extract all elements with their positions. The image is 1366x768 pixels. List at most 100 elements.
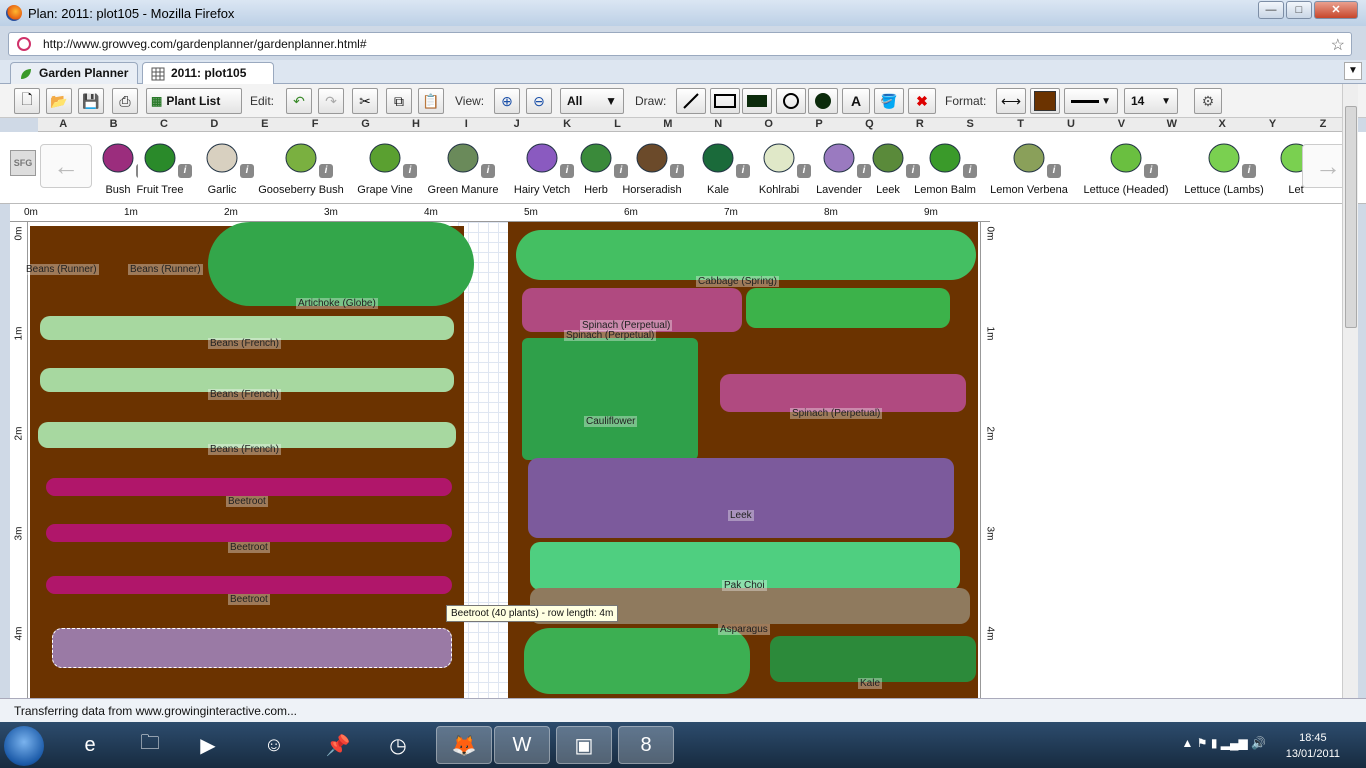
user-icon[interactable]: ☺ [246, 726, 302, 764]
sfg-toggle[interactable]: SFG [10, 150, 36, 176]
save-button[interactable]: 💾 [78, 88, 104, 114]
plant-item[interactable]: i Lettuce (Headed) [1076, 138, 1176, 200]
ruler-left: 0m 1m 2m 3m 4m [10, 222, 28, 698]
cabbage-row[interactable] [516, 230, 976, 280]
close-button[interactable]: ✕ [1314, 1, 1358, 19]
plant-label: Beans (Runner) [24, 264, 99, 275]
text-tool-button[interactable]: A [842, 88, 870, 114]
system-tray[interactable]: ▲ ⚑ ▮ ▂▄▆ 🔊 [1182, 736, 1266, 750]
spinach-row[interactable] [720, 374, 966, 412]
beetroot-row[interactable] [46, 524, 452, 542]
column-label: M [663, 118, 673, 130]
color-swatch [1034, 91, 1056, 111]
word-icon[interactable]: W [494, 726, 550, 764]
cauliflower-area[interactable] [522, 338, 698, 460]
clock-icon[interactable]: ◷ [370, 726, 426, 764]
font-size-select[interactable]: 14 ▼ [1124, 88, 1178, 114]
info-icon[interactable]: i [1144, 164, 1158, 178]
pin-icon[interactable]: 📌 [310, 726, 366, 764]
ruler-mark: 3m [13, 526, 25, 541]
start-button[interactable] [4, 726, 44, 766]
tab-plot105[interactable]: 2011: plot105 [142, 62, 274, 84]
plant-name: Lettuce (Headed) [1083, 184, 1169, 196]
column-label: T [1017, 118, 1024, 130]
plant-item[interactable]: i Lettuce (Lambs) [1174, 138, 1274, 200]
ruler-mark: 3m [984, 526, 996, 541]
leek-area[interactable] [528, 458, 954, 538]
chevron-down-icon: ▼ [605, 94, 617, 108]
plant-label: Artichoke (Globe) [296, 298, 378, 309]
circle-filled-icon [815, 93, 831, 109]
media-icon[interactable]: ▶ [180, 726, 236, 764]
redo-button[interactable]: ↷ [318, 88, 344, 114]
status-text: Transferring data from www.growingintera… [14, 704, 297, 718]
explorer-icon[interactable]: 🗀 [122, 726, 178, 764]
info-icon[interactable]: i [963, 164, 977, 178]
firefox-icon[interactable]: 🦊 [436, 726, 492, 764]
fill-tool-button[interactable]: 🪣 [874, 88, 904, 114]
zoom-select[interactable]: All ▼ [560, 88, 624, 114]
maximize-button[interactable]: □ [1286, 1, 1312, 19]
ruler-mark: 4m [13, 626, 25, 641]
lettuce-row[interactable] [746, 288, 950, 328]
cut-button[interactable]: ✂ [352, 88, 378, 114]
bookmark-star-icon[interactable]: ☆ [1331, 35, 1345, 55]
address-bar[interactable]: http://www.growveg.com/gardenplanner/gar… [8, 32, 1352, 56]
filled-rectangle-tool-button[interactable] [742, 88, 772, 114]
rectangle-filled-icon [747, 95, 767, 107]
info-icon[interactable]: i [1047, 164, 1061, 178]
garlic-row-selected[interactable] [52, 628, 452, 668]
print-button[interactable]: ⎙ [112, 88, 138, 114]
psp-icon[interactable]: 8 [618, 726, 674, 764]
settings-button[interactable]: ⚙ [1194, 88, 1222, 114]
dimension-button[interactable]: ⟷ [996, 88, 1026, 114]
paste-button[interactable]: 📋 [418, 88, 444, 114]
column-label: C [160, 118, 168, 130]
copy-button[interactable]: ⧉ [386, 88, 412, 114]
leaf-icon [21, 69, 31, 79]
line-style-select[interactable]: ▼ [1064, 88, 1118, 114]
planner-toolbar: 🗋 📂 💾 ⎙ ▦ Plant List Edit: ↶ ↷ ✂ ⧉ 📋 View… [0, 84, 1366, 118]
artichoke-area[interactable] [208, 222, 474, 306]
rectangle-outline-icon [714, 94, 736, 108]
kale-row[interactable] [770, 636, 976, 682]
cabbage-red-area[interactable] [524, 628, 750, 694]
vertical-scrollbar[interactable] [1342, 84, 1358, 698]
plant-item[interactable]: i Lemon Verbena [979, 138, 1079, 200]
scrollbar-thumb[interactable] [1345, 106, 1357, 328]
undo-button[interactable]: ↶ [286, 88, 312, 114]
circle-tool-button[interactable] [776, 88, 806, 114]
prev-plants-arrow-icon[interactable]: ← [40, 144, 92, 188]
circle-outline-icon [783, 93, 799, 109]
photo-icon[interactable]: ▣ [556, 726, 612, 764]
beans-french-row[interactable] [40, 316, 454, 340]
open-folder-button[interactable]: 📂 [46, 88, 72, 114]
rectangle-tool-button[interactable] [710, 88, 740, 114]
ruler-mark: 0m [984, 226, 996, 241]
filled-circle-tool-button[interactable] [808, 88, 838, 114]
ie-icon[interactable]: e [62, 726, 118, 764]
clock[interactable]: 18:45 13/01/2011 [1286, 730, 1340, 762]
line-icon [683, 93, 699, 109]
url-text[interactable]: http://www.growveg.com/gardenplanner/gar… [43, 37, 367, 51]
column-label: Q [865, 118, 874, 130]
fill-color-swatch[interactable] [1030, 88, 1060, 114]
zoom-in-button[interactable]: ⊕ [494, 88, 520, 114]
minimize-button[interactable]: — [1258, 1, 1284, 19]
ruler-mark: 4m [424, 207, 438, 218]
zoom-out-button[interactable]: ⊖ [526, 88, 552, 114]
plant-list-button[interactable]: ▦ Plant List [146, 88, 242, 114]
new-plan-button[interactable]: 🗋 [14, 88, 40, 114]
garden-canvas[interactable]: 0m 1m 2m 3m 4m 5m 6m 7m 8m 9m 0m 1m 2m 3m 4m Beans (R… [10, 204, 1342, 698]
line-tool-button[interactable] [676, 88, 706, 114]
beetroot-row[interactable] [46, 478, 452, 496]
tab-garden-planner[interactable]: Garden Planner [10, 62, 138, 84]
plant-label: Beans (French) [208, 444, 281, 455]
info-icon[interactable]: i [1242, 164, 1256, 178]
ruler-mark: 7m [724, 207, 738, 218]
info-icon[interactable]: i [319, 164, 333, 178]
tab-list-chevron-icon[interactable]: ▼ [1344, 62, 1362, 80]
delete-button[interactable]: ✖ [908, 88, 936, 114]
beetroot-row[interactable] [46, 576, 452, 594]
column-label: Y [1268, 118, 1277, 130]
